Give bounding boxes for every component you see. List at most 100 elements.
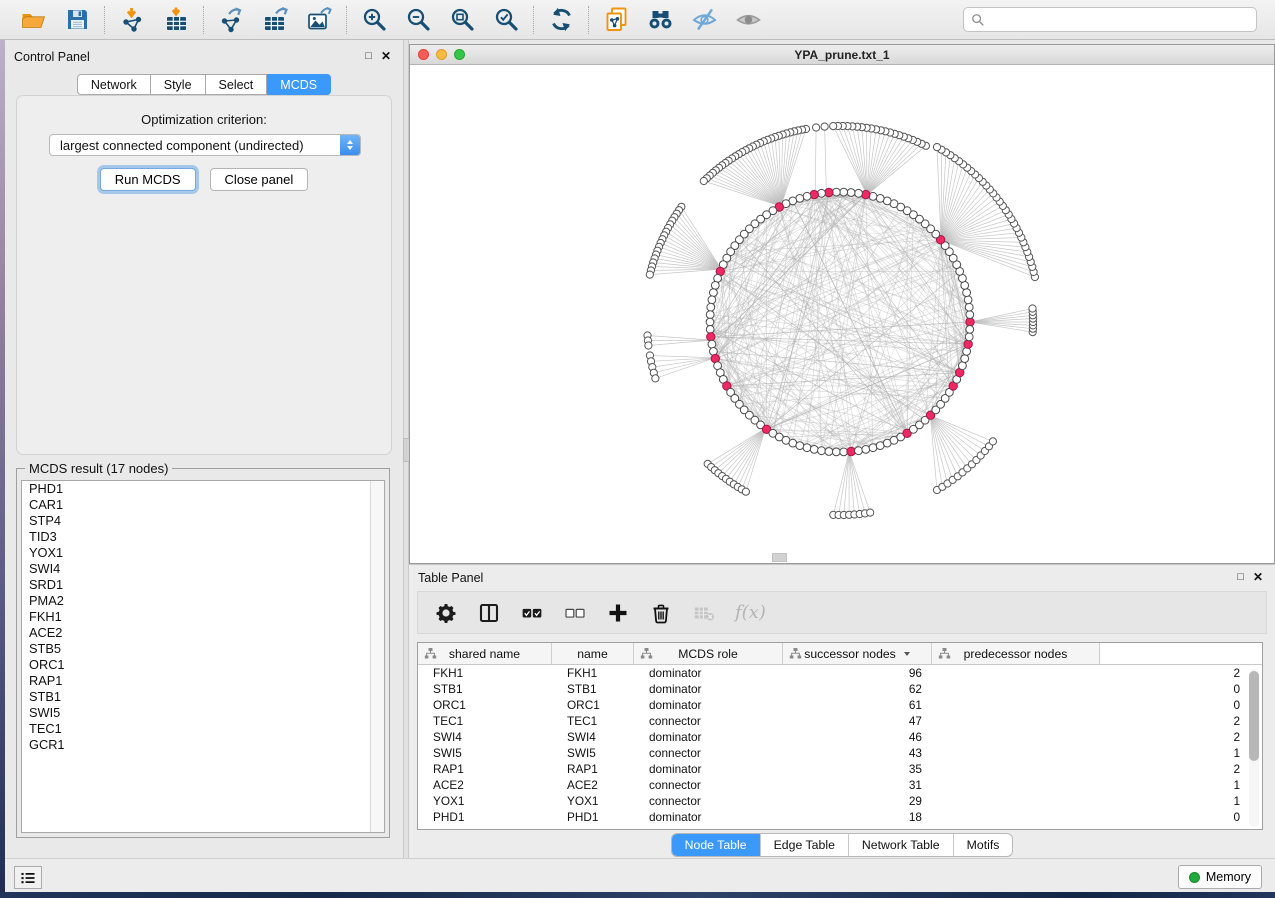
graph-node[interactable]: [961, 355, 969, 363]
graph-node[interactable]: [646, 271, 653, 278]
table-row[interactable]: TEC1TEC1connector472: [418, 713, 1262, 729]
mcds-result-item[interactable]: YOX1: [22, 545, 384, 561]
mcds-result-item[interactable]: STP4: [22, 513, 384, 529]
column-header-predecessor-nodes[interactable]: predecessor nodes: [932, 643, 1100, 664]
criterion-select[interactable]: largest connected component (undirected): [49, 134, 361, 156]
graph-node[interactable]: [963, 289, 971, 297]
zoom-in-button[interactable]: [358, 5, 390, 35]
task-history-button[interactable]: [14, 866, 42, 889]
minimize-window-icon[interactable]: [436, 49, 447, 60]
zoom-fit-button[interactable]: [446, 5, 478, 35]
graph-node[interactable]: [813, 124, 820, 131]
close-table-panel-icon[interactable]: ✕: [1253, 571, 1263, 583]
graph-node[interactable]: [706, 318, 714, 326]
horizontal-splitter-handle[interactable]: [772, 553, 787, 562]
close-window-icon[interactable]: [418, 49, 429, 60]
dominator-node[interactable]: [964, 340, 972, 348]
add-row-button[interactable]: [606, 601, 630, 625]
network-canvas[interactable]: [410, 64, 1274, 563]
graph-node[interactable]: [855, 447, 863, 455]
mcds-result-item[interactable]: SWI5: [22, 705, 384, 721]
tab-select[interactable]: Select: [206, 74, 268, 95]
network-graph[interactable]: [410, 64, 1274, 565]
maximize-window-icon[interactable]: [454, 49, 465, 60]
graph-node[interactable]: [652, 375, 659, 382]
search-binoculars-button[interactable]: [644, 5, 676, 35]
graph-node[interactable]: [708, 296, 716, 304]
mcds-result-item[interactable]: ACE2: [22, 625, 384, 641]
graph-node[interactable]: [708, 340, 716, 348]
graph-node[interactable]: [700, 177, 707, 184]
tab-style[interactable]: Style: [151, 74, 206, 95]
mcds-result-item[interactable]: PMA2: [22, 593, 384, 609]
graph-node[interactable]: [821, 123, 828, 130]
graph-node[interactable]: [830, 123, 837, 130]
import-table-button[interactable]: [160, 5, 192, 35]
graph-node[interactable]: [825, 448, 833, 456]
graph-node[interactable]: [855, 189, 863, 197]
export-image-button[interactable]: [303, 5, 335, 35]
tab-network[interactable]: Network: [77, 74, 151, 95]
columns-button[interactable]: [477, 601, 501, 625]
graph-node[interactable]: [862, 446, 870, 454]
dominator-node[interactable]: [847, 447, 855, 455]
table-row[interactable]: ACE2ACE2connector311: [418, 777, 1262, 793]
run-mcds-button[interactable]: Run MCDS: [100, 168, 196, 191]
export-table-button[interactable]: [259, 5, 291, 35]
graph-node[interactable]: [966, 326, 974, 334]
mcds-result-item[interactable]: CAR1: [22, 497, 384, 513]
table-scrollbar[interactable]: [1249, 669, 1259, 827]
dominator-node[interactable]: [810, 190, 818, 198]
search-input[interactable]: [990, 12, 1249, 28]
network-window-titlebar[interactable]: YPA_prune.txt_1: [410, 45, 1274, 65]
tab-motifs[interactable]: Motifs: [953, 834, 1013, 856]
table-row[interactable]: SWI5SWI5connector431: [418, 745, 1262, 761]
select-all-button[interactable]: [520, 601, 544, 625]
graph-node[interactable]: [840, 188, 848, 196]
zoom-out-button[interactable]: [402, 5, 434, 35]
table-row[interactable]: STB1STB1dominator620: [418, 681, 1262, 697]
mcds-result-item[interactable]: STB5: [22, 641, 384, 657]
graph-node[interactable]: [710, 289, 718, 297]
graph-node[interactable]: [966, 311, 974, 319]
zoom-selected-button[interactable]: [490, 5, 522, 35]
export-network-button[interactable]: [215, 5, 247, 35]
graph-node[interactable]: [1029, 305, 1036, 312]
deselect-all-button[interactable]: [563, 601, 587, 625]
table-row[interactable]: ORC1ORC1dominator610: [418, 697, 1262, 713]
hide-selected-button[interactable]: [688, 5, 720, 35]
mcds-result-item[interactable]: PHD1: [22, 481, 384, 497]
table-row[interactable]: RAP1RAP1dominator352: [418, 761, 1262, 777]
close-panel-button[interactable]: Close panel: [210, 168, 309, 191]
import-network-button[interactable]: [116, 5, 148, 35]
dominator-node[interactable]: [862, 190, 870, 198]
float-panel-icon[interactable]: □: [365, 51, 372, 62]
graph-node[interactable]: [867, 509, 874, 516]
graph-node[interactable]: [869, 444, 877, 452]
graph-node[interactable]: [645, 342, 652, 349]
graph-node[interactable]: [706, 326, 714, 334]
graph-node[interactable]: [832, 448, 840, 456]
mcds-result-item[interactable]: ORC1: [22, 657, 384, 673]
column-header-name[interactable]: name: [552, 643, 634, 664]
table-scrollbar-thumb[interactable]: [1249, 671, 1259, 761]
close-panel-icon[interactable]: ✕: [381, 50, 391, 62]
show-all-button[interactable]: [732, 5, 764, 35]
tab-edge-table[interactable]: Edge Table: [760, 834, 848, 856]
graph-node[interactable]: [796, 442, 804, 450]
graph-node[interactable]: [810, 446, 818, 454]
column-header-shared-name[interactable]: shared name: [418, 643, 552, 664]
dominator-node[interactable]: [825, 188, 833, 196]
function-builder-button[interactable]: f(x): [735, 602, 766, 623]
mcds-result-item[interactable]: GCR1: [22, 737, 384, 753]
mcds-result-item[interactable]: RAP1: [22, 673, 384, 689]
mcds-result-item[interactable]: FKH1: [22, 609, 384, 625]
table-row[interactable]: SWI4SWI4dominator462: [418, 729, 1262, 745]
delete-row-button[interactable]: [649, 601, 673, 625]
graph-node[interactable]: [803, 192, 811, 200]
graph-node[interactable]: [964, 296, 972, 304]
graph-node[interactable]: [933, 144, 940, 151]
node-table[interactable]: shared namenameMCDS rolesuccessor nodesp…: [417, 642, 1263, 830]
gear-button[interactable]: [434, 601, 458, 625]
tab-node-table[interactable]: Node Table: [672, 834, 760, 856]
